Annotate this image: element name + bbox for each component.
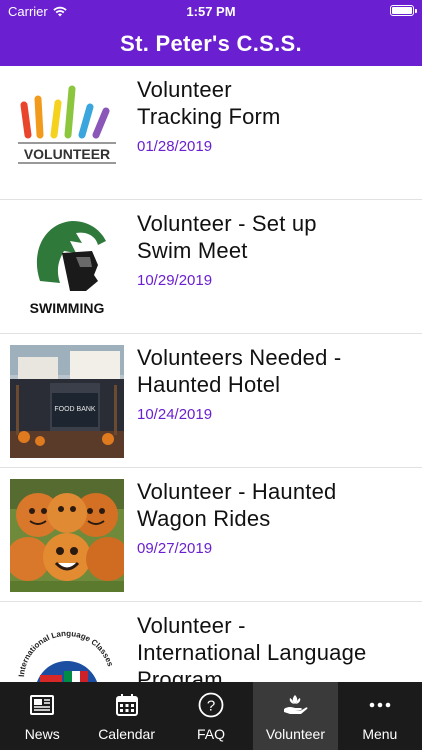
tab-label: Calendar xyxy=(98,726,156,742)
svg-text:?: ? xyxy=(207,698,215,715)
list-item-title: Volunteer - International Language Progr… xyxy=(137,612,414,682)
tab-calendar[interactable]: Calendar xyxy=(84,682,168,750)
list-item[interactable]: SWIMMING Volunteer - Set up Swim Meet 10… xyxy=(0,200,422,334)
list-item-content: Volunteers Needed - Haunted Hotel 10/24/… xyxy=(137,344,414,423)
title-line: Tracking Form xyxy=(137,104,281,129)
title-line: Volunteer - xyxy=(137,613,246,638)
title-line: Swim Meet xyxy=(137,238,248,263)
list-item-title: Volunteer Tracking Form xyxy=(137,76,414,130)
thumb-volunteer-text: VOLUNTEER xyxy=(24,146,110,162)
list-item[interactable]: International Language Classes Volunteer… xyxy=(0,602,422,682)
battery-icon xyxy=(390,5,417,16)
title-line: Wagon Rides xyxy=(137,506,271,531)
more-dots-icon xyxy=(367,692,393,718)
newspaper-icon xyxy=(29,692,55,718)
list-item-title: Volunteer - Haunted Wagon Rides xyxy=(137,478,414,532)
list-item-date: 09/27/2019 xyxy=(137,540,213,557)
list-item-content: Volunteer - International Language Progr… xyxy=(137,612,414,682)
list-item-date: 01/28/2019 xyxy=(137,138,213,155)
list-item-content: Volunteer Tracking Form 01/28/2019 xyxy=(137,76,414,155)
list-item-date: 10/29/2019 xyxy=(137,272,213,289)
volunteer-feed-list[interactable]: VOLUNTEER Volunteer Tracking Form 01/28/… xyxy=(0,66,422,682)
list-item[interactable]: VOLUNTEER Volunteer Tracking Form 01/28/… xyxy=(0,66,422,200)
tab-volunteer[interactable]: Volunteer xyxy=(253,682,338,750)
swimming-spartan-thumbnail: SWIMMING xyxy=(10,211,124,324)
title-line: Program xyxy=(137,667,223,682)
haunted-hotel-thumbnail: FOOD BANK xyxy=(10,345,124,458)
calendar-icon xyxy=(114,692,140,718)
tab-news[interactable]: News xyxy=(0,682,84,750)
question-icon: ? xyxy=(198,692,224,718)
volunteer-hands-thumbnail: VOLUNTEER xyxy=(10,77,124,190)
list-item-content: Volunteer - Set up Swim Meet 10/29/2019 xyxy=(137,210,414,289)
status-time: 1:57 PM xyxy=(186,4,236,19)
thumb-food-bank-text: FOOD BANK xyxy=(54,406,96,413)
page-title: St. Peter's C.S.S. xyxy=(0,22,422,66)
status-bar: Carrier 1:57 PM xyxy=(0,0,422,22)
title-line: Haunted Hotel xyxy=(137,372,281,397)
title-line: Volunteer - Haunted xyxy=(137,479,337,504)
title-line: Volunteer - Set up xyxy=(137,211,317,236)
tab-label: Volunteer xyxy=(265,726,325,742)
title-line: Volunteers Needed - xyxy=(137,345,342,370)
tab-label: News xyxy=(24,726,60,742)
list-item-content: Volunteer - Haunted Wagon Rides 09/27/20… xyxy=(137,478,414,557)
thumb-swimming-text: SWIMMING xyxy=(30,300,105,316)
tab-label: FAQ xyxy=(197,726,226,742)
list-item[interactable]: FOOD BANK Volunteers Needed - Haunted Ho… xyxy=(0,334,422,468)
list-item[interactable]: Volunteer - Haunted Wagon Rides 09/27/20… xyxy=(0,468,422,602)
tab-label: Menu xyxy=(362,726,398,742)
tab-menu[interactable]: Menu xyxy=(338,682,422,750)
tab-faq[interactable]: ? FAQ xyxy=(169,682,253,750)
list-item-title: Volunteers Needed - Haunted Hotel xyxy=(137,344,414,398)
volunteer-hand-icon xyxy=(282,692,308,718)
title-line: International Language xyxy=(137,640,367,665)
title-line: Volunteer xyxy=(137,77,232,102)
list-item-title: Volunteer - Set up Swim Meet xyxy=(137,210,414,264)
list-item-date: 10/24/2019 xyxy=(137,406,213,423)
bottom-tab-bar: News Calendar ? FAQ Volunteer Menu xyxy=(0,682,422,750)
international-language-thumbnail: International Language Classes xyxy=(10,613,124,682)
pumpkin-hay-bales-thumbnail xyxy=(10,479,124,592)
